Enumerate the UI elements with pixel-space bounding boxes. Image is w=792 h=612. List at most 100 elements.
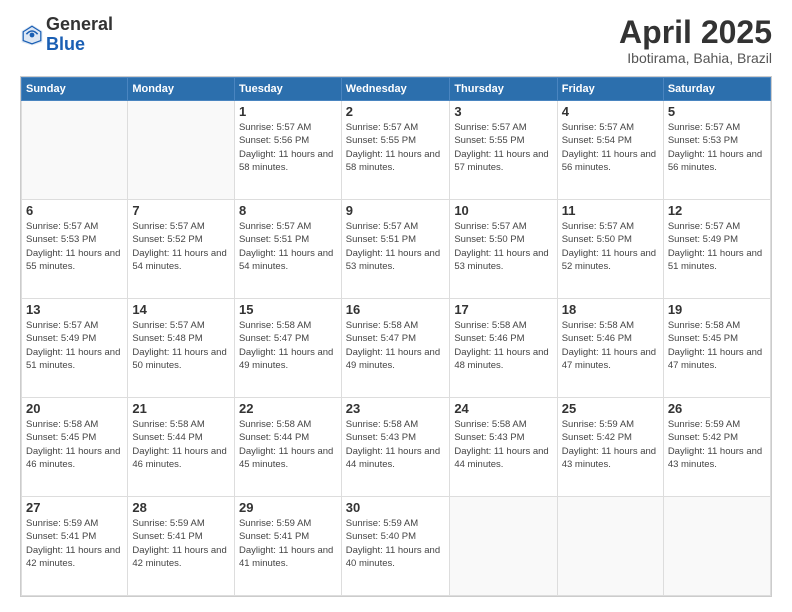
location: Ibotirama, Bahia, Brazil — [619, 50, 772, 66]
day-number: 2 — [346, 104, 446, 119]
day-info: Sunrise: 5:58 AMSunset: 5:46 PMDaylight:… — [562, 319, 659, 372]
calendar: Sunday Monday Tuesday Wednesday Thursday… — [20, 76, 772, 597]
day-info: Sunrise: 5:57 AMSunset: 5:52 PMDaylight:… — [132, 220, 230, 273]
day-info: Sunrise: 5:58 AMSunset: 5:46 PMDaylight:… — [454, 319, 552, 372]
day-info: Sunrise: 5:57 AMSunset: 5:55 PMDaylight:… — [346, 121, 446, 174]
calendar-cell: 7 Sunrise: 5:57 AMSunset: 5:52 PMDaylight… — [128, 200, 235, 299]
logo: General Blue — [20, 15, 113, 55]
day-info: Sunrise: 5:57 AMSunset: 5:49 PMDaylight:… — [26, 319, 123, 372]
calendar-cell: 26 Sunrise: 5:59 AMSunset: 5:42 PMDayligh… — [663, 398, 770, 497]
day-number: 28 — [132, 500, 230, 515]
day-number: 10 — [454, 203, 552, 218]
col-monday: Monday — [128, 78, 235, 101]
calendar-cell: 28Sunrise: 5:59 AMSunset: 5:41 PMDayligh… — [128, 497, 235, 596]
day-number: 6 — [26, 203, 123, 218]
calendar-cell: 30 Sunrise: 5:59 AMSunset: 5:40 PMDayligh… — [341, 497, 450, 596]
calendar-week-3: 20Sunrise: 5:58 AMSunset: 5:45 PMDayligh… — [22, 398, 771, 497]
calendar-cell: 22 Sunrise: 5:58 AMSunset: 5:44 PMDayligh… — [234, 398, 341, 497]
calendar-week-4: 27 Sunrise: 5:59 AMSunset: 5:41 PMDayligh… — [22, 497, 771, 596]
day-number: 1 — [239, 104, 337, 119]
logo-general: General — [46, 15, 113, 35]
calendar-cell: 12 Sunrise: 5:57 AMSunset: 5:49 PMDayligh… — [663, 200, 770, 299]
col-tuesday: Tuesday — [234, 78, 341, 101]
calendar-cell: 19 Sunrise: 5:58 AMSunset: 5:45 PMDayligh… — [663, 299, 770, 398]
calendar-cell: 4Sunrise: 5:57 AMSunset: 5:54 PMDaylight… — [557, 101, 663, 200]
calendar-cell: 2 Sunrise: 5:57 AMSunset: 5:55 PMDaylight… — [341, 101, 450, 200]
day-number: 16 — [346, 302, 446, 317]
day-info: Sunrise: 5:57 AMSunset: 5:50 PMDaylight:… — [562, 220, 659, 273]
day-number: 27 — [26, 500, 123, 515]
calendar-cell: 23 Sunrise: 5:58 AMSunset: 5:43 PMDayligh… — [341, 398, 450, 497]
page: General Blue April 2025 Ibotirama, Bahia… — [0, 0, 792, 612]
day-info: Sunrise: 5:58 AMSunset: 5:47 PMDaylight:… — [239, 319, 337, 372]
col-saturday: Saturday — [663, 78, 770, 101]
day-number: 14 — [132, 302, 230, 317]
day-number: 7 — [132, 203, 230, 218]
day-number: 30 — [346, 500, 446, 515]
day-info: Sunrise: 5:59 AMSunset: 5:41 PMDaylight:… — [26, 517, 123, 570]
calendar-cell: 25Sunrise: 5:59 AMSunset: 5:42 PMDayligh… — [557, 398, 663, 497]
col-wednesday: Wednesday — [341, 78, 450, 101]
calendar-week-0: 1 Sunrise: 5:57 AMSunset: 5:56 PMDaylight… — [22, 101, 771, 200]
day-info: Sunrise: 5:57 AMSunset: 5:49 PMDaylight:… — [668, 220, 766, 273]
calendar-cell: 24 Sunrise: 5:58 AMSunset: 5:43 PMDayligh… — [450, 398, 557, 497]
calendar-week-2: 13 Sunrise: 5:57 AMSunset: 5:49 PMDayligh… — [22, 299, 771, 398]
day-number: 23 — [346, 401, 446, 416]
calendar-table: Sunday Monday Tuesday Wednesday Thursday… — [21, 77, 771, 596]
day-number: 5 — [668, 104, 766, 119]
day-number: 9 — [346, 203, 446, 218]
day-number: 29 — [239, 500, 337, 515]
day-info: Sunrise: 5:57 AMSunset: 5:55 PMDaylight:… — [454, 121, 552, 174]
col-friday: Friday — [557, 78, 663, 101]
calendar-cell: 11 Sunrise: 5:57 AMSunset: 5:50 PMDayligh… — [557, 200, 663, 299]
day-info: Sunrise: 5:58 AMSunset: 5:47 PMDaylight:… — [346, 319, 446, 372]
day-number: 22 — [239, 401, 337, 416]
day-info: Sunrise: 5:57 AMSunset: 5:54 PMDaylight:… — [562, 121, 659, 174]
calendar-cell: 3Sunrise: 5:57 AMSunset: 5:55 PMDaylight… — [450, 101, 557, 200]
logo-icon — [20, 23, 44, 47]
calendar-cell: 18 Sunrise: 5:58 AMSunset: 5:46 PMDayligh… — [557, 299, 663, 398]
calendar-cell: 16 Sunrise: 5:58 AMSunset: 5:47 PMDayligh… — [341, 299, 450, 398]
calendar-week-1: 6Sunrise: 5:57 AMSunset: 5:53 PMDaylight… — [22, 200, 771, 299]
calendar-cell: 13 Sunrise: 5:57 AMSunset: 5:49 PMDayligh… — [22, 299, 128, 398]
day-number: 26 — [668, 401, 766, 416]
day-info: Sunrise: 5:58 AMSunset: 5:45 PMDaylight:… — [668, 319, 766, 372]
calendar-cell: 6Sunrise: 5:57 AMSunset: 5:53 PMDaylight… — [22, 200, 128, 299]
header: General Blue April 2025 Ibotirama, Bahia… — [20, 15, 772, 66]
day-info: Sunrise: 5:57 AMSunset: 5:51 PMDaylight:… — [239, 220, 337, 273]
calendar-cell: 17 Sunrise: 5:58 AMSunset: 5:46 PMDayligh… — [450, 299, 557, 398]
day-number: 25 — [562, 401, 659, 416]
day-info: Sunrise: 5:59 AMSunset: 5:41 PMDaylight:… — [239, 517, 337, 570]
day-number: 15 — [239, 302, 337, 317]
calendar-cell: 21Sunrise: 5:58 AMSunset: 5:44 PMDayligh… — [128, 398, 235, 497]
day-number: 18 — [562, 302, 659, 317]
day-number: 11 — [562, 203, 659, 218]
day-info: Sunrise: 5:57 AMSunset: 5:50 PMDaylight:… — [454, 220, 552, 273]
day-info: Sunrise: 5:57 AMSunset: 5:53 PMDaylight:… — [668, 121, 766, 174]
day-number: 19 — [668, 302, 766, 317]
month-title: April 2025 — [619, 15, 772, 50]
calendar-cell — [557, 497, 663, 596]
day-number: 13 — [26, 302, 123, 317]
day-info: Sunrise: 5:57 AMSunset: 5:56 PMDaylight:… — [239, 121, 337, 174]
col-thursday: Thursday — [450, 78, 557, 101]
calendar-cell: 14Sunrise: 5:57 AMSunset: 5:48 PMDayligh… — [128, 299, 235, 398]
day-number: 20 — [26, 401, 123, 416]
calendar-cell — [450, 497, 557, 596]
calendar-cell — [22, 101, 128, 200]
calendar-cell: 5 Sunrise: 5:57 AMSunset: 5:53 PMDaylight… — [663, 101, 770, 200]
day-info: Sunrise: 5:58 AMSunset: 5:44 PMDaylight:… — [239, 418, 337, 471]
day-info: Sunrise: 5:58 AMSunset: 5:43 PMDaylight:… — [454, 418, 552, 471]
day-info: Sunrise: 5:59 AMSunset: 5:42 PMDaylight:… — [668, 418, 766, 471]
day-info: Sunrise: 5:59 AMSunset: 5:40 PMDaylight:… — [346, 517, 446, 570]
day-info: Sunrise: 5:58 AMSunset: 5:43 PMDaylight:… — [346, 418, 446, 471]
col-sunday: Sunday — [22, 78, 128, 101]
calendar-body: 1 Sunrise: 5:57 AMSunset: 5:56 PMDaylight… — [22, 101, 771, 596]
day-number: 24 — [454, 401, 552, 416]
logo-blue: Blue — [46, 35, 113, 55]
day-number: 21 — [132, 401, 230, 416]
calendar-cell — [663, 497, 770, 596]
day-number: 12 — [668, 203, 766, 218]
day-number: 17 — [454, 302, 552, 317]
calendar-cell: 1 Sunrise: 5:57 AMSunset: 5:56 PMDaylight… — [234, 101, 341, 200]
